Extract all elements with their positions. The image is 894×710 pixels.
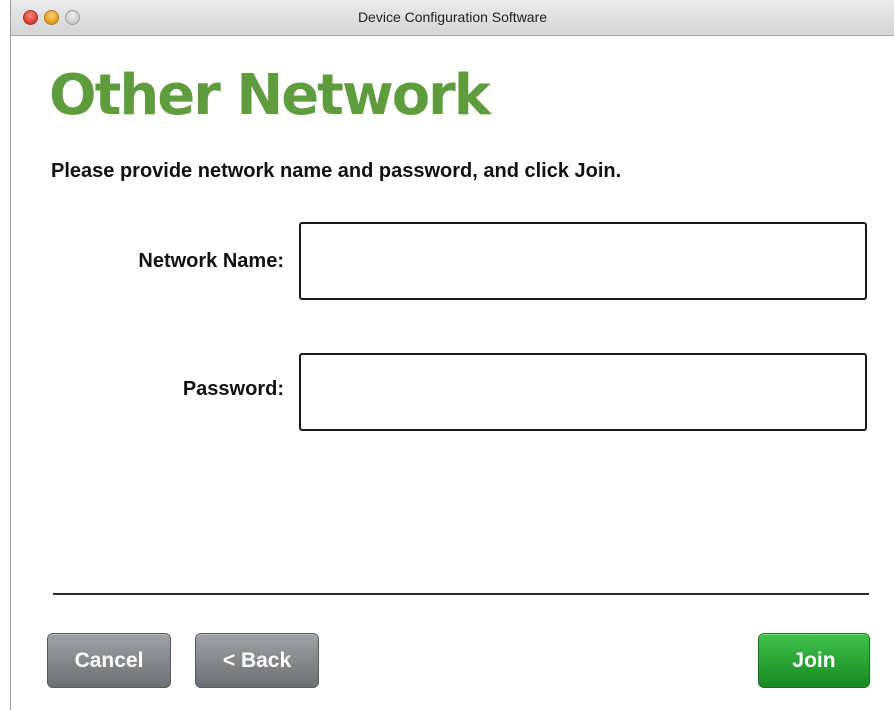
instruction-text: Please provide network name and password… (51, 160, 622, 182)
back-button[interactable]: < Back (195, 633, 319, 688)
join-button[interactable]: Join (758, 633, 870, 688)
network-name-label: Network Name: (138, 250, 284, 272)
title-bar[interactable]: Device Configuration Software (11, 0, 894, 36)
network-name-field[interactable] (299, 222, 867, 300)
window-title: Device Configuration Software (357, 9, 548, 25)
password-label: Password: (182, 378, 284, 400)
app-window: Device Configuration Software Other Netw… (10, 0, 894, 710)
cancel-button[interactable]: Cancel (47, 633, 171, 688)
page-title: Other Network (49, 63, 491, 128)
password-field[interactable] (299, 353, 867, 431)
divider (53, 593, 869, 595)
